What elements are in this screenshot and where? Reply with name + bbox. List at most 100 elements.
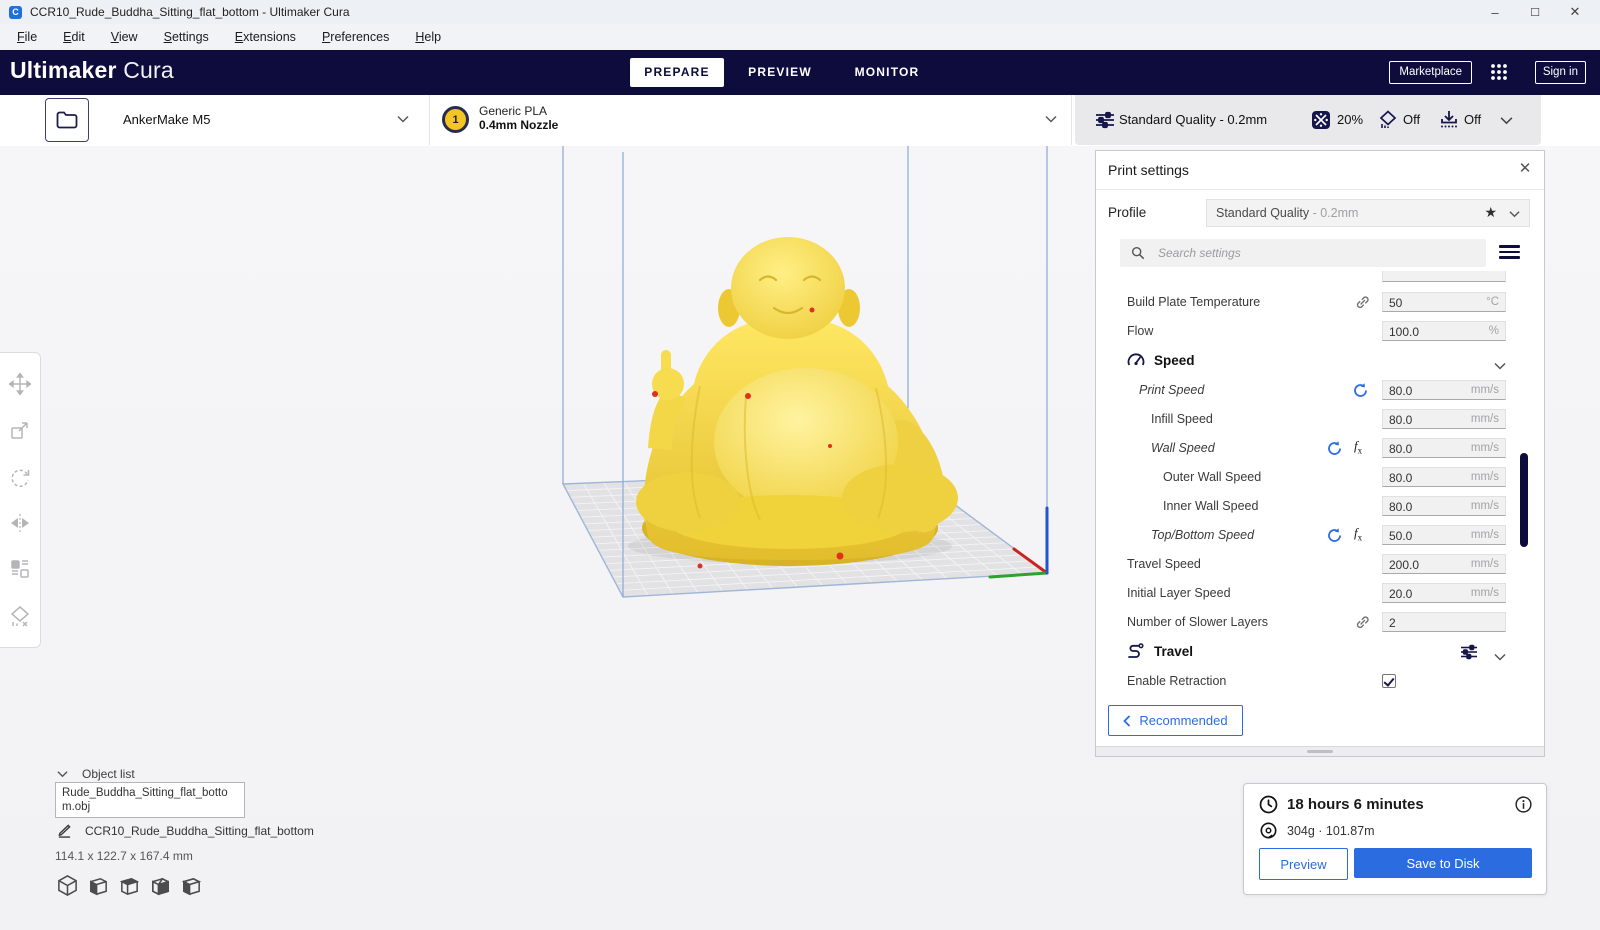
mirror-tool-icon[interactable] — [9, 512, 31, 534]
object-list-label: Object list — [82, 767, 135, 781]
info-icon[interactable] — [1515, 796, 1532, 813]
pencil-icon — [57, 824, 72, 838]
configuration-bar: AnkerMake M5 1 Generic PLA 0.4mm Nozzle … — [0, 95, 1600, 147]
material-selector[interactable]: 1 Generic PLA 0.4mm Nozzle — [429, 95, 1072, 145]
tab-prepare[interactable]: PREPARE — [630, 58, 724, 87]
setting-value-field[interactable]: 200.0mm/s — [1382, 554, 1506, 574]
view-right-icon[interactable] — [180, 874, 203, 897]
menu-view[interactable]: View — [100, 27, 149, 47]
chevron-down-icon — [1500, 116, 1513, 125]
setting-value-field[interactable]: 100.0% — [1382, 321, 1506, 341]
search-placeholder: Search settings — [1158, 246, 1241, 260]
section-label: Travel — [1154, 637, 1193, 667]
star-icon[interactable]: ★ — [1484, 204, 1497, 221]
move-tool-icon[interactable] — [9, 373, 31, 395]
reset-icon[interactable] — [1326, 440, 1343, 457]
menu-edit[interactable]: Edit — [52, 27, 96, 47]
view-top-icon[interactable] — [118, 874, 141, 897]
save-to-disk-button[interactable]: Save to Disk — [1354, 848, 1532, 878]
setting-value-field[interactable]: 80.0mm/s — [1382, 496, 1506, 516]
setting-value-field[interactable]: 50.0mm/s — [1382, 525, 1506, 545]
scale-tool-icon[interactable] — [9, 419, 31, 441]
setting-value: 80.0 — [1389, 471, 1412, 485]
close-button[interactable]: ✕ — [1568, 4, 1582, 20]
profile-dropdown[interactable]: Standard Quality - 0.2mm ★ — [1206, 199, 1530, 227]
printer-selector[interactable]: AnkerMake M5 — [105, 95, 430, 145]
clock-icon — [1259, 795, 1278, 814]
object-name-row[interactable]: CCR10_Rude_Buddha_Sitting_flat_bottom — [57, 824, 314, 838]
tab-monitor[interactable]: MONITOR — [848, 58, 926, 87]
logo-bold: Ultimaker — [10, 57, 117, 83]
link-icon[interactable] — [1354, 614, 1371, 631]
recommended-mode-button[interactable]: Recommended — [1108, 705, 1243, 736]
menu-help[interactable]: Help — [404, 27, 452, 47]
logo-light: Cura — [123, 57, 174, 83]
minimize-button[interactable]: – — [1488, 5, 1502, 20]
adhesion-summary-value: Off — [1464, 112, 1481, 127]
model-tools-toolbar — [0, 352, 41, 648]
setting-value-field[interactable]: 80.0mm/s — [1382, 438, 1506, 458]
cura-app-window: { "window": { "title": "CCR10_Rude_Buddh… — [0, 0, 1600, 930]
settings-visibility-menu-icon[interactable] — [1499, 242, 1520, 260]
apps-grid-icon[interactable] — [1490, 63, 1508, 81]
marketplace-button[interactable]: Marketplace — [1389, 61, 1472, 84]
view-3d-icon[interactable] — [56, 874, 79, 897]
infill-icon — [1311, 110, 1331, 130]
chevron-icon[interactable] — [1494, 357, 1506, 375]
setting-row-flow: Flow100.0% — [1096, 317, 1544, 346]
adhesion-icon — [1439, 110, 1459, 130]
reset-icon[interactable] — [1352, 382, 1369, 399]
setting-value-field[interactable]: 2 — [1382, 612, 1506, 632]
checkbox-checked[interactable] — [1382, 674, 1396, 688]
print-time-estimate: 18 hours 6 minutes — [1287, 796, 1424, 813]
support-icon — [1378, 110, 1398, 130]
section-speed[interactable]: Speed — [1096, 346, 1544, 376]
profile-summary-value: Standard Quality - 0.2mm — [1119, 112, 1267, 127]
setting-value-field[interactable]: 80.0mm/s — [1382, 467, 1506, 487]
material-name: Generic PLA — [479, 104, 547, 118]
setting-value-field[interactable]: 80.0mm/s — [1382, 409, 1506, 429]
setting-label: Wall Speed — [1151, 434, 1215, 463]
chevron-icon[interactable] — [1494, 648, 1506, 666]
3d-viewport[interactable]: Object list Rude_Buddha_Sitting_flat_bot… — [0, 146, 1600, 930]
object-list-toggle[interactable]: Object list — [57, 767, 135, 781]
chevron-left-icon — [1123, 715, 1131, 727]
setting-unit: mm/s — [1471, 558, 1499, 570]
print-settings-summary[interactable]: Standard Quality - 0.2mm 20% Off Off — [1075, 95, 1541, 145]
tab-preview[interactable]: PREVIEW — [742, 58, 818, 87]
support-blocker-icon[interactable] — [9, 605, 31, 627]
setting-value: 80.0 — [1389, 500, 1412, 514]
link-icon[interactable] — [1354, 294, 1371, 311]
setting-value: 50 — [1389, 296, 1402, 310]
panel-resize-handle[interactable] — [1096, 746, 1544, 756]
setting-value: 50.0 — [1389, 529, 1412, 543]
maximize-button[interactable]: ☐ — [1528, 6, 1542, 19]
reset-icon[interactable] — [1326, 527, 1343, 544]
view-front-icon[interactable] — [87, 874, 110, 897]
setting-row-enable-retraction: Enable Retraction — [1096, 667, 1544, 696]
open-file-button[interactable] — [45, 98, 89, 142]
preview-button[interactable]: Preview — [1259, 848, 1348, 880]
setting-value-field[interactable]: 20.0mm/s — [1382, 583, 1506, 603]
per-model-settings-icon[interactable] — [9, 558, 31, 580]
sliders-icon[interactable] — [1460, 643, 1478, 661]
rotate-tool-icon[interactable] — [9, 466, 31, 488]
window-title-bar: C CCR10_Rude_Buddha_Sitting_flat_bottom … — [0, 0, 1600, 24]
settings-scrollbar[interactable] — [1520, 453, 1528, 547]
section-travel[interactable]: Travel — [1096, 637, 1544, 667]
setting-label: Inner Wall Speed — [1163, 492, 1258, 521]
view-left-icon[interactable] — [149, 874, 172, 897]
menu-extensions[interactable]: Extensions — [224, 27, 307, 47]
setting-value-field[interactable]: 50°C — [1382, 292, 1506, 312]
menu-settings[interactable]: Settings — [153, 27, 220, 47]
setting-row-travel-speed: Travel Speed200.0mm/s — [1096, 550, 1544, 579]
close-icon[interactable]: ✕ — [1516, 159, 1534, 177]
setting-value-field[interactable] — [1382, 271, 1506, 282]
menu-file[interactable]: File — [6, 27, 48, 47]
setting-value-field[interactable]: 80.0mm/s — [1382, 380, 1506, 400]
fx-icon[interactable]: fx — [1354, 438, 1362, 456]
menu-preferences[interactable]: Preferences — [311, 27, 400, 47]
search-settings-input[interactable]: Search settings — [1120, 239, 1486, 267]
fx-icon[interactable]: fx — [1354, 525, 1362, 543]
sign-in-button[interactable]: Sign in — [1535, 61, 1586, 84]
